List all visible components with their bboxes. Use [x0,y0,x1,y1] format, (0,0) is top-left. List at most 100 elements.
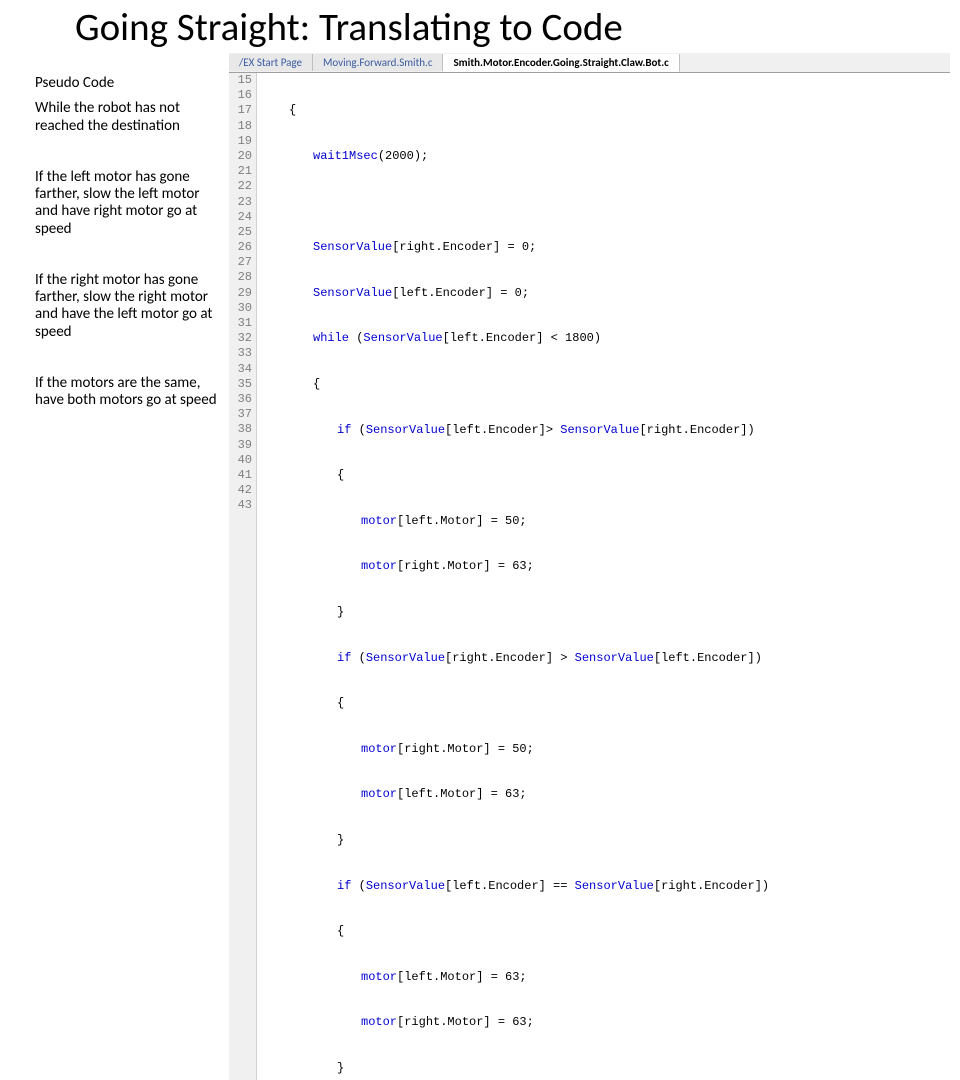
tab-bar: /EX Start Page Moving.Forward.Smith.c Sm… [229,53,950,73]
kw: SensorValue [560,423,639,437]
code-text: ( [351,651,365,665]
kw: motor [361,970,397,984]
code-line: { [265,468,769,483]
code-line [265,195,769,210]
line-number: 43 [229,498,252,513]
code-line: if (SensorValue[right.Encoder] > SensorV… [265,651,769,666]
code-line: while (SensorValue[left.Encoder] < 1800) [265,331,769,346]
code-text: [left.Motor] = 50; [397,514,527,528]
code-line: motor[left.Motor] = 50; [265,514,769,529]
pseudo-column: Pseudo Code While the robot has not reac… [10,53,225,1080]
line-number: 17 [229,103,252,118]
line-number: 33 [229,346,252,361]
code-line: motor[right.Motor] = 63; [265,559,769,574]
code-text: [left.Encoder] < 1800) [443,331,601,345]
code-text: [right.Encoder]) [639,423,754,437]
code-line: } [265,605,769,620]
code-line: { [265,377,769,392]
code-text: [left.Motor] = 63; [397,787,527,801]
kw: while [313,331,349,345]
kw: motor [361,742,397,756]
code-line: SensorValue[left.Encoder] = 0; [265,286,769,301]
line-number: 28 [229,270,252,285]
code-text: [left.Encoder]) [654,651,762,665]
kw: SensorValue [313,240,392,254]
code-line: motor[left.Motor] = 63; [265,970,769,985]
content-row: Pseudo Code While the robot has not reac… [10,53,950,1080]
code-text: [right.Encoder]) [654,879,769,893]
code-line: { [265,924,769,939]
pseudo-p1: While the robot has not reached the dest… [35,100,225,135]
line-number: 32 [229,331,252,346]
line-number: 31 [229,316,252,331]
editor-pane: /EX Start Page Moving.Forward.Smith.c Sm… [229,53,950,1080]
line-number: 24 [229,210,252,225]
line-number: 27 [229,255,252,270]
code-line: wait1Msec(2000); [265,149,769,164]
kw: motor [361,787,397,801]
kw: SensorValue [366,423,445,437]
line-number: 35 [229,377,252,392]
kw: SensorValue [313,286,392,300]
line-number: 37 [229,407,252,422]
line-number: 40 [229,453,252,468]
line-number: 22 [229,179,252,194]
line-number: 36 [229,392,252,407]
code-text: [left.Encoder] == [445,879,575,893]
kw: if [337,423,351,437]
code-text: ( [351,423,365,437]
kw: SensorValue [575,879,654,893]
line-number: 42 [229,483,252,498]
code-line: } [265,833,769,848]
line-number: 16 [229,88,252,103]
line-number: 26 [229,240,252,255]
tab-start-page[interactable]: /EX Start Page [229,54,313,71]
line-number: 25 [229,225,252,240]
kw: SensorValue [366,879,445,893]
kw: if [337,651,351,665]
code-area: 15 16 17 18 19 20 21 22 23 24 25 26 27 2… [229,73,950,1080]
line-number: 15 [229,73,252,88]
code-text: [right.Motor] = 50; [397,742,534,756]
code-text: [right.Motor] = 63; [397,559,534,573]
code-line: { [265,696,769,711]
line-gutter: 15 16 17 18 19 20 21 22 23 24 25 26 27 2… [229,73,257,1080]
code-line: motor[left.Motor] = 63; [265,787,769,802]
code-text: (2000); [378,149,428,163]
line-number: 34 [229,362,252,377]
code-text: [right.Motor] = 63; [397,1015,534,1029]
line-number: 23 [229,195,252,210]
slide-title: Going Straight: Translating to Code [75,4,950,51]
code-text: [right.Encoder] > [445,651,575,665]
code-line: SensorValue[right.Encoder] = 0; [265,240,769,255]
kw: motor [361,514,397,528]
kw: motor [361,1015,397,1029]
pseudo-p2: If the left motor has gone farther, slow… [35,169,225,238]
kw: if [337,879,351,893]
line-number: 29 [229,286,252,301]
line-number: 18 [229,119,252,134]
kw: SensorValue [366,651,445,665]
code-line: if (SensorValue[left.Encoder] == SensorV… [265,879,769,894]
line-number: 38 [229,422,252,437]
code-body[interactable]: { wait1Msec(2000); SensorValue[right.Enc… [257,73,769,1080]
kw: SensorValue [575,651,654,665]
code-text: [left.Encoder]> [445,423,560,437]
code-line: motor[right.Motor] = 63; [265,1015,769,1030]
kw: wait1Msec [313,149,378,163]
code-text: [right.Encoder] = 0; [392,240,536,254]
line-number: 20 [229,149,252,164]
line-number: 19 [229,134,252,149]
code-line: motor[right.Motor] = 50; [265,742,769,757]
code-line: } [265,1061,769,1076]
tab-going-straight[interactable]: Smith.Motor.Encoder.Going.Straight.Claw.… [443,54,679,72]
line-number: 41 [229,468,252,483]
code-text: ( [349,331,363,345]
pseudo-heading: Pseudo Code [35,75,225,92]
code-line: if (SensorValue[left.Encoder]> SensorVal… [265,423,769,438]
line-number: 21 [229,164,252,179]
tab-moving-forward[interactable]: Moving.Forward.Smith.c [313,54,444,71]
code-text: [left.Motor] = 63; [397,970,527,984]
line-number: 30 [229,301,252,316]
code-text: ( [351,879,365,893]
